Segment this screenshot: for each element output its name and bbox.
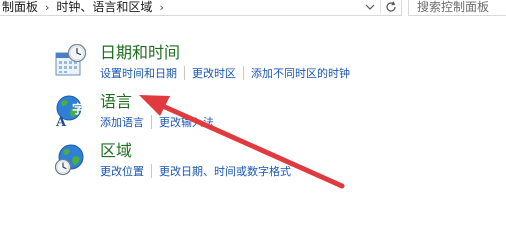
region-globe-clock-icon[interactable] [54,142,88,176]
control-panel-window: 制面板 › 时钟、语言和区域 › 搜索控制面板 日期和时间 设置时间和日期 更改… [0,0,506,246]
link-separator [151,115,152,129]
language-globe-icon[interactable]: A 字 [54,93,88,127]
link-change-location[interactable]: 更改位置 [100,165,144,178]
link-change-input-method[interactable]: 更改输入法 [159,116,214,129]
category-title-region[interactable]: 区域 [100,142,132,160]
link-add-clocks[interactable]: 添加不同时区的时钟 [251,67,350,80]
link-separator [184,66,185,80]
category-region: 区域 更改位置 更改日期、时间或数字格式 [54,142,494,184]
search-input[interactable] [409,0,506,14]
chevron-down-icon [365,4,375,10]
refresh-icon [386,1,396,12]
search-box[interactable] [408,0,506,16]
refresh-button[interactable] [381,0,401,15]
svg-text:A: A [55,115,67,127]
category-links-language: 添加语言 更改输入法 [100,115,214,129]
breadcrumb-clock-language-region[interactable]: 时钟、语言和区域 [56,0,152,14]
calendar-clock-icon[interactable] [54,44,88,78]
category-language: A 字 语言 添加语言 更改输入法 [54,93,494,135]
link-change-timezone[interactable]: 更改时区 [192,67,236,80]
category-title-language[interactable]: 语言 [100,93,132,111]
category-links-date-time: 设置时间和日期 更改时区 添加不同时区的时钟 [100,66,350,80]
link-separator [151,164,152,178]
link-set-time-date[interactable]: 设置时间和日期 [100,67,177,80]
link-change-date-time-number-format[interactable]: 更改日期、时间或数字格式 [159,165,291,178]
breadcrumb-separator[interactable]: › [159,1,163,14]
breadcrumb-control-panel[interactable]: 制面板 [2,0,38,14]
address-dropdown-button[interactable] [360,0,380,15]
link-separator [243,66,244,80]
category-links-region: 更改位置 更改日期、时间或数字格式 [100,164,291,178]
svg-text:字: 字 [72,101,84,116]
category-date-time: 日期和时间 设置时间和日期 更改时区 添加不同时区的时钟 [54,44,494,86]
category-title-date-time[interactable]: 日期和时间 [100,44,180,62]
address-bar[interactable]: 制面板 › 时钟、语言和区域 › [0,0,402,16]
breadcrumb-separator[interactable]: › [45,1,49,14]
link-add-language[interactable]: 添加语言 [100,116,144,129]
